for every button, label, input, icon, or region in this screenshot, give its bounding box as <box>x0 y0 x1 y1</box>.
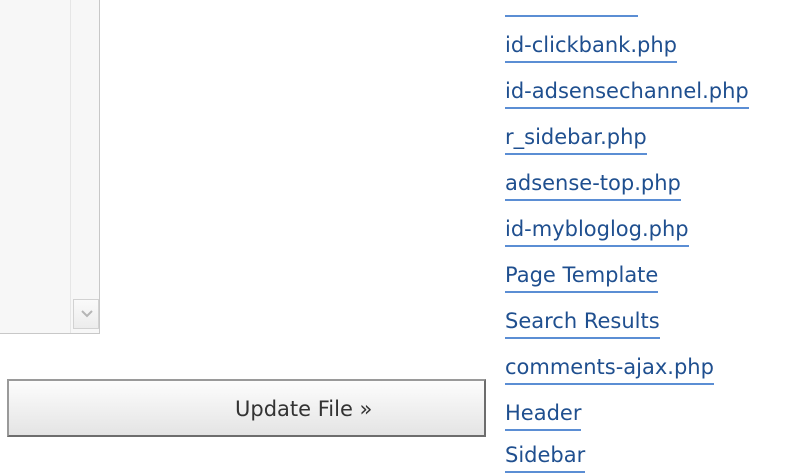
partial-file-link[interactable] <box>505 0 638 17</box>
file-link-r-sidebar[interactable]: r_sidebar.php <box>505 122 647 155</box>
update-file-button[interactable]: Update File » <box>7 379 486 437</box>
update-file-label: Update File » <box>235 397 373 421</box>
template-editor-textarea[interactable] <box>0 0 100 334</box>
file-link-comments-ajax[interactable]: comments-ajax.php <box>505 352 714 385</box>
file-link-header[interactable]: Header <box>505 398 582 431</box>
scroll-down-button[interactable] <box>73 299 99 329</box>
file-link-id-adsensechannel[interactable]: id-adsensechannel.php <box>505 76 749 109</box>
file-link-page-template[interactable]: Page Template <box>505 260 659 293</box>
editor-divider <box>70 0 71 333</box>
file-link-adsense-top[interactable]: adsense-top.php <box>505 168 681 201</box>
chevron-down-icon <box>81 310 93 318</box>
file-link-id-clickbank[interactable]: id-clickbank.php <box>505 30 677 63</box>
editor-border <box>99 0 100 333</box>
file-link-search-results[interactable]: Search Results <box>505 306 660 339</box>
file-link-sidebar[interactable]: Sidebar <box>505 440 586 473</box>
file-link-id-mybloglog[interactable]: id-mybloglog.php <box>505 214 689 247</box>
